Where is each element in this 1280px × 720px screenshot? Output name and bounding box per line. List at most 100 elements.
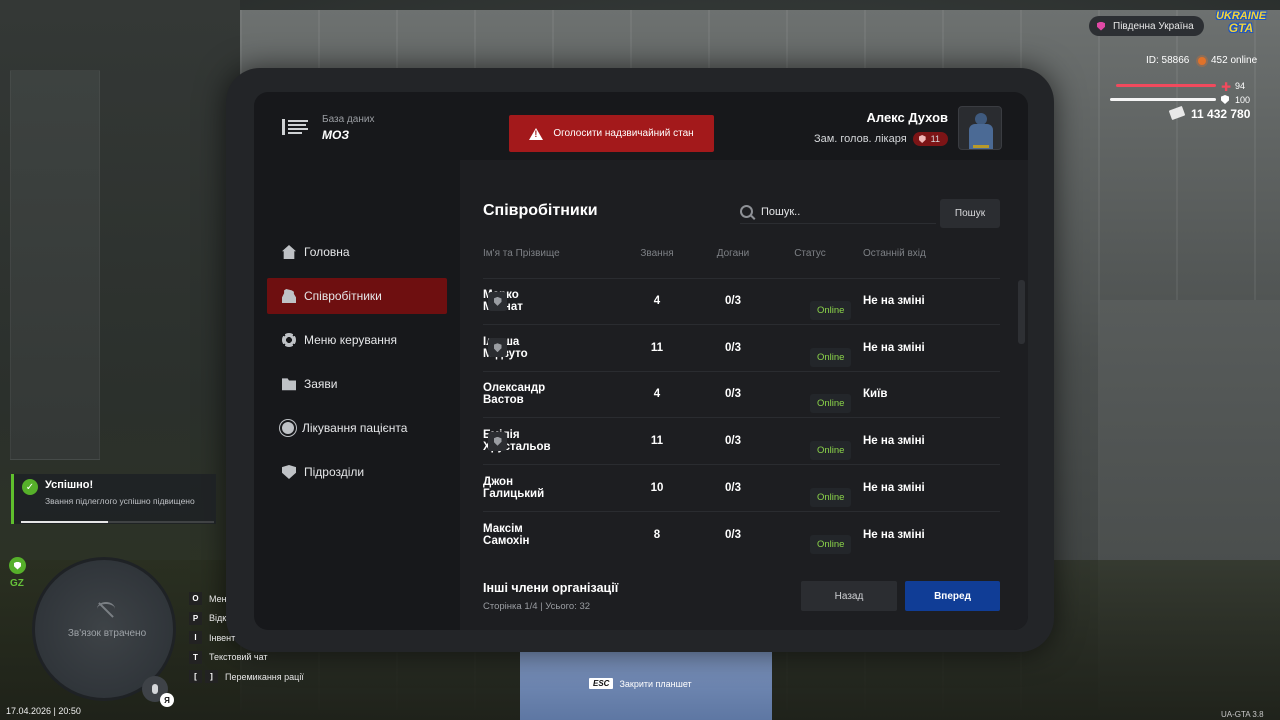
sidebar-item-treatment[interactable]: Лікування пацієнта	[267, 410, 447, 446]
declare-emergency-button[interactable]: Оголосити надзвичайний стан	[509, 115, 714, 152]
green-zone-icon	[9, 557, 26, 574]
status-badge: Online	[810, 441, 852, 461]
employee-rank: 10	[650, 482, 664, 495]
rank-badge: 11	[912, 132, 948, 146]
employee-reprimands: 0/3	[725, 295, 741, 308]
employee-rank: 8	[653, 529, 661, 542]
keybind-item: T Текстовий чат	[189, 648, 304, 668]
main-content: Співробітники Пошук Ім'я та Прізвище Зва…	[460, 160, 1028, 630]
key-cap: ]	[205, 670, 218, 684]
home-icon	[282, 245, 296, 259]
key-cap: T	[189, 650, 202, 664]
status-badge: Online	[810, 535, 852, 555]
user-info: Алекс Духов Зам. голов. лікаря 11	[814, 110, 948, 146]
server-shield-icon	[1097, 21, 1105, 31]
employee-last-login: Не на зміні	[863, 482, 925, 495]
page-title: Співробітники	[483, 202, 598, 219]
key-cap: [	[189, 670, 202, 684]
brand-title: МОЗ	[322, 128, 350, 142]
key-cap: O	[189, 592, 202, 606]
people-icon	[282, 289, 296, 303]
sidebar-item-label: Меню керування	[304, 333, 398, 347]
employee-name: Джон Галицький	[483, 476, 545, 501]
employee-last-login: Не на зміні	[863, 341, 925, 354]
success-notification: ✓ Успішно! Звання підлеглого успішно під…	[11, 474, 216, 524]
notification-progress	[21, 521, 214, 523]
employee-rank: 4	[653, 295, 661, 308]
background-panel	[10, 70, 100, 460]
table-row[interactable]: Джон Галицький 10 0/3 Online Не на зміні	[483, 465, 1000, 512]
employee-last-login: Не на зміні	[863, 295, 925, 308]
search-input[interactable]	[761, 205, 921, 218]
game-logo: UKRAINE GTA	[1213, 10, 1269, 42]
keybind-label: Перемикання рації	[225, 671, 304, 682]
brand-subtitle: База даних	[322, 114, 375, 125]
leader-badge-icon	[488, 291, 507, 311]
table-row[interactable]: Олександр Вастов 4 0/3 Online Київ	[483, 372, 1000, 419]
mic-key-hint: Я	[160, 693, 174, 707]
column-header-status: Статус	[794, 248, 826, 259]
server-badge: Південна Україна	[1089, 16, 1204, 36]
sidebar-item-applications[interactable]: Заяви	[267, 366, 447, 402]
next-button[interactable]: Вперед	[905, 581, 1000, 611]
brand: База даних МОЗ	[282, 114, 374, 142]
sidebar-item-employees[interactable]: Співробітники	[267, 278, 447, 314]
table-header: Ім'я та Прізвище Звання Догани Статус Ос…	[483, 248, 1000, 264]
health-value: 94	[1235, 81, 1246, 91]
search-icon	[740, 205, 753, 218]
table-row[interactable]: Максім Самохін 8 0/3 Online Не на зміні	[483, 512, 1000, 559]
tablet-screen: База даних МОЗ Оголосити надзвичайний ст…	[254, 92, 1028, 630]
pagination-info: Сторінка 1/4 | Усього: 32	[483, 601, 591, 612]
game-version: UA-GTA 3.8	[1221, 710, 1264, 719]
date-time: 17.04.2026 | 20:50	[6, 706, 81, 716]
notification-title: Успішно!	[45, 479, 94, 491]
user-name: Алекс Духов	[866, 110, 948, 125]
employee-name: Максім Самохін	[483, 523, 530, 548]
sidebar-item-label: Заяви	[304, 377, 338, 391]
keybind-label: Текстовий чат	[209, 652, 268, 663]
sidebar-item-label: Головна	[304, 245, 350, 259]
keybind-item: I Інвент	[189, 628, 304, 648]
sidebar-item-label: Підрозділи	[304, 465, 365, 479]
close-tablet-label: Закрити планшет	[619, 678, 692, 689]
close-tablet-hint[interactable]: ESC Закрити планшет	[589, 678, 692, 689]
keybind-label: Інвент	[209, 632, 236, 643]
sidebar-item-management[interactable]: Меню керування	[267, 322, 447, 358]
health-icon: ✚	[1221, 80, 1232, 94]
search-box	[740, 200, 936, 224]
keybind-item: O Мен	[189, 589, 304, 609]
online-value: 452 online	[1211, 55, 1258, 66]
armor-value: 100	[1235, 95, 1251, 105]
key-cap: P	[189, 611, 202, 625]
table-row[interactable]: Марко Магнат 4 0/3 Online Не на зміні	[483, 278, 1000, 325]
column-header-rank: Звання	[640, 248, 674, 259]
status-badge: Online	[810, 347, 852, 367]
employee-rank: 11	[650, 435, 664, 448]
online-dot-icon	[1198, 56, 1206, 65]
health-bar	[1116, 84, 1216, 87]
table-scrollbar[interactable]	[1018, 280, 1025, 344]
sidebar-item-home[interactable]: Головна	[267, 234, 447, 270]
search-button[interactable]: Пошук	[940, 199, 1000, 228]
server-name: Південна Україна	[1113, 20, 1194, 32]
warning-icon	[529, 127, 544, 140]
declare-emergency-label: Оголосити надзвичайний стан	[553, 128, 694, 139]
back-button[interactable]: Назад	[801, 581, 897, 611]
ministry-logo-icon	[282, 116, 312, 140]
leader-badge-icon	[488, 338, 507, 358]
money-value: 11 432 780	[1191, 107, 1251, 121]
employee-reprimands: 0/3	[725, 529, 741, 542]
sidebar-item-divisions[interactable]: Підрозділи	[267, 454, 447, 490]
check-icon: ✓	[22, 479, 38, 495]
table-row[interactable]: Ілюша Мідзуто 11 0/3 Online Не на зміні	[483, 325, 1000, 372]
keybind-label: Мен	[209, 593, 227, 604]
employee-reprimands: 0/3	[725, 435, 741, 448]
table-row[interactable]: Емілія Хрустальов 11 0/3 Online Не на зм…	[483, 418, 1000, 466]
employee-rank: 4	[653, 388, 661, 401]
status-badge: Online	[810, 488, 852, 508]
rank-value: 11	[930, 134, 940, 144]
keybind-item: P Відк	[189, 609, 304, 629]
employee-last-login: Не на зміні	[863, 435, 925, 448]
column-header-last-login: Останній вхід	[863, 248, 926, 259]
esc-key-cap: ESC	[589, 678, 614, 689]
